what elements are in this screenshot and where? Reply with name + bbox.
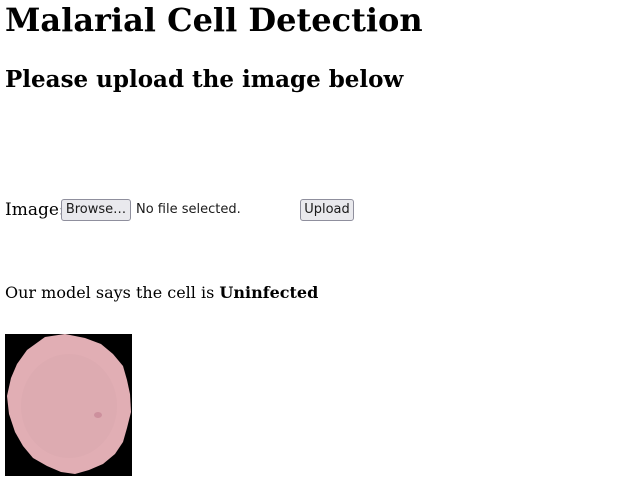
- cell-spot: [94, 412, 102, 418]
- browse-button[interactable]: Browse…: [61, 199, 131, 221]
- upload-button[interactable]: Upload: [300, 199, 354, 221]
- uploaded-cell-image: [5, 334, 132, 476]
- prediction-prefix: Our model says the cell is: [5, 283, 220, 302]
- page-subtitle: Please upload the image below: [5, 66, 404, 93]
- prediction-result: Our model says the cell is Uninfected: [5, 282, 318, 304]
- prediction-value: Uninfected: [219, 283, 319, 302]
- upload-form: Image: Browse… No file selected. Upload: [5, 198, 405, 222]
- cell-inner-shade: [21, 354, 117, 458]
- page-title: Malarial Cell Detection: [5, 1, 423, 39]
- image-field-label: Image:: [5, 200, 65, 220]
- file-status-text: No file selected.: [136, 202, 241, 217]
